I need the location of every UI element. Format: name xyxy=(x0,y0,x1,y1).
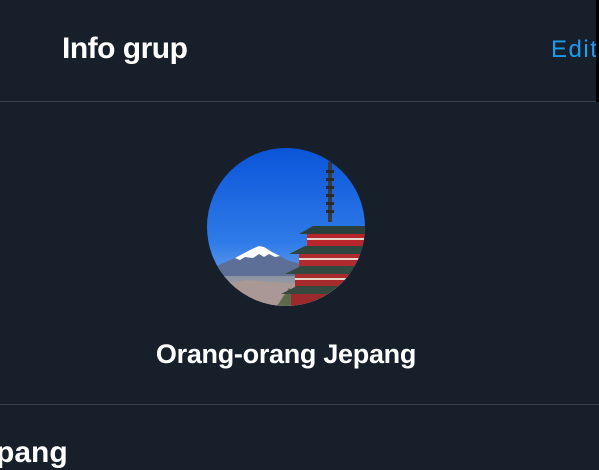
edit-button[interactable]: Edit xyxy=(551,36,598,64)
top-bar: Info grup Edit xyxy=(0,0,599,102)
mount-fuji-pagoda-icon xyxy=(207,148,365,306)
group-avatar[interactable] xyxy=(207,148,365,306)
page-title: Info grup xyxy=(62,32,188,65)
divider xyxy=(0,404,599,405)
section-heading: pang xyxy=(0,436,68,469)
group-name: Orang-orang Jepang xyxy=(155,339,417,369)
